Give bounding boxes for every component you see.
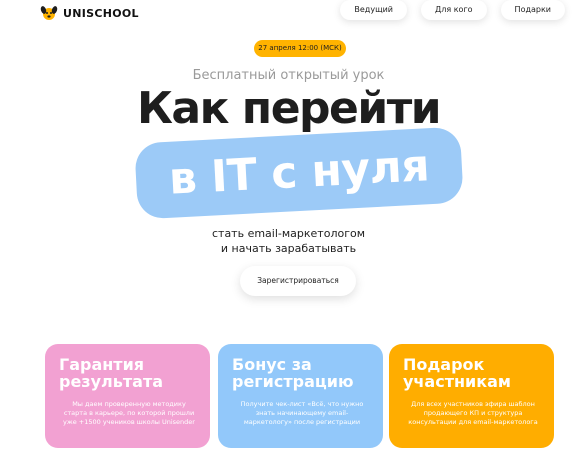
logo-text: UNISCHOOL — [63, 6, 139, 20]
card-text-line: Мы даем проверенную методику — [72, 400, 186, 408]
card-text-line: старта в карьере, по которой прошли — [63, 409, 195, 417]
card-gift: Подарок участникам Для всех участников э… — [389, 344, 554, 448]
register-button[interactable]: Зарегистрироваться — [240, 266, 356, 296]
card-text-line: Получите чек-лист «Всё, что нужно — [240, 400, 364, 408]
card-title-line: результата — [59, 372, 164, 391]
card-text-line: уже +1500 учеников школы Unisender — [63, 418, 195, 426]
card-title: Бонус за регистрацию — [232, 356, 372, 390]
headline-line-1: Как перейти — [136, 83, 442, 134]
lesson-subtitle: Бесплатный открытый урок — [192, 68, 385, 83]
nav-presenter-button[interactable]: Ведущий — [340, 0, 407, 20]
card-text-line: продающего КП и структура — [423, 409, 523, 417]
hero-description: стать email-маркетологом и начать зараба… — [0, 226, 577, 256]
top-nav: Ведущий Для кого Подарки — [340, 0, 565, 20]
card-text-line: Для всех участников эфира шаблон — [411, 400, 535, 408]
date-badge: 27 апреля 12:00 (МСК) — [254, 40, 346, 57]
card-title: Подарок участникам — [403, 356, 543, 390]
card-title-line: Бонус за — [232, 355, 312, 374]
card-title: Гарантия результата — [59, 356, 199, 390]
card-title-line: регистрацию — [232, 372, 354, 391]
description-line: и начать зарабатывать — [220, 242, 357, 255]
card-title-line: участникам — [403, 372, 511, 391]
landing-page: UNISCHOOL Ведущий Для кого Подарки 27 ап… — [0, 0, 577, 476]
card-text: Для всех участников эфира шаблон продающ… — [403, 400, 543, 427]
card-text-line: консультации для email-маркетолога — [408, 418, 538, 426]
card-guarantee: Гарантия результата Мы даем проверенную … — [45, 344, 210, 448]
description-line: стать email-маркетологом — [211, 227, 366, 240]
card-title-line: Подарок — [403, 355, 485, 374]
card-bonus: Бонус за регистрацию Получите чек-лист «… — [218, 344, 383, 448]
nav-audience-button[interactable]: Для кого — [421, 0, 487, 20]
nav-gifts-button[interactable]: Подарки — [500, 0, 565, 20]
card-title-line: Гарантия — [59, 355, 145, 374]
logo[interactable]: UNISCHOOL — [40, 4, 139, 22]
card-text-line: знать начинающему email- — [255, 409, 349, 417]
card-text-line: маркетологу» после регистрации — [243, 418, 361, 426]
dog-face-icon — [40, 4, 58, 22]
card-text: Получите чек-лист «Всё, что нужно знать … — [232, 400, 372, 427]
card-text: Мы даем проверенную методику старта в ка… — [59, 400, 199, 427]
